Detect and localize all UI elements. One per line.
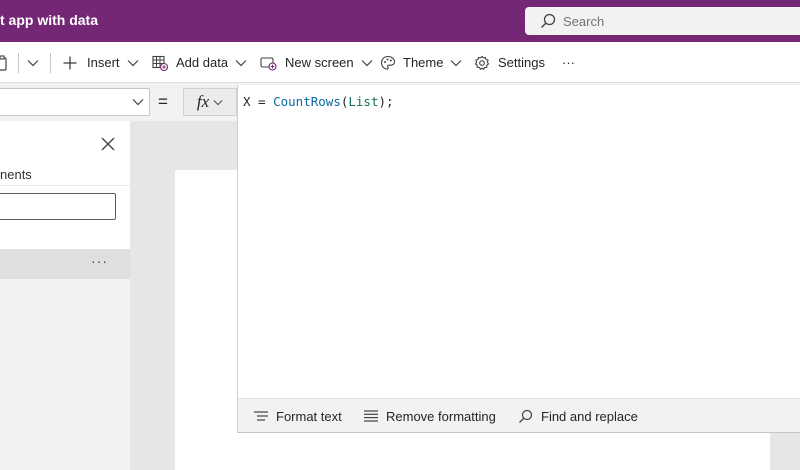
find-icon xyxy=(519,409,533,423)
chevron-down-icon xyxy=(213,99,223,105)
divider xyxy=(0,185,130,186)
search-icon xyxy=(541,13,556,28)
remove-formatting-icon xyxy=(364,410,378,422)
chevron-down-icon xyxy=(361,59,373,66)
paste-button[interactable] xyxy=(0,42,10,83)
remove-formatting-label: Remove formatting xyxy=(386,408,496,424)
formula-code[interactable]: X = CountRows(List); xyxy=(243,94,394,109)
palette-icon xyxy=(380,55,396,70)
chevron-down-icon xyxy=(451,59,462,66)
editor-toolbar: Format text Remove formatting Find and r… xyxy=(238,398,800,432)
settings-label: Settings xyxy=(498,55,545,70)
app-title: t app with data xyxy=(0,12,98,28)
divider xyxy=(50,53,51,73)
code-function: CountRows xyxy=(273,94,341,109)
tree-row-selected[interactable]: ··· xyxy=(0,249,130,279)
close-icon[interactable] xyxy=(99,135,117,153)
fx-icon: fx xyxy=(196,92,210,111)
find-replace-label: Find and replace xyxy=(541,408,638,424)
theme-label: Theme xyxy=(403,55,444,70)
code-variable: X = xyxy=(243,94,274,109)
chevron-down-icon xyxy=(27,59,39,66)
code-close: ); xyxy=(378,94,394,109)
find-replace-button[interactable]: Find and replace xyxy=(518,399,638,433)
remove-formatting-button[interactable]: Remove formatting xyxy=(364,399,496,433)
format-text-icon xyxy=(254,411,268,421)
more-options-button[interactable]: ··· xyxy=(91,253,108,269)
more-label: ··· xyxy=(562,55,575,70)
function-button[interactable]: fx xyxy=(183,88,237,116)
title-bar: t app with data xyxy=(0,0,800,42)
format-text-button[interactable]: Format text xyxy=(254,399,342,433)
divider xyxy=(18,53,19,73)
paste-icon xyxy=(0,54,7,71)
add-data-label: Add data xyxy=(176,55,229,70)
equals-sign: = xyxy=(158,92,168,111)
format-text-label: Format text xyxy=(276,408,342,424)
formula-editor[interactable]: X = CountRows(List); Format text Remove … xyxy=(237,85,800,433)
insert-button[interactable]: Insert xyxy=(63,42,139,83)
panel-heading: nents xyxy=(0,167,32,182)
table-icon xyxy=(152,55,168,71)
tree-list xyxy=(0,279,130,470)
screen-icon xyxy=(260,56,277,71)
new-screen-button[interactable]: New screen xyxy=(260,42,373,83)
settings-button[interactable]: Settings xyxy=(474,42,545,83)
search-input[interactable] xyxy=(563,13,783,29)
add-data-button[interactable]: Add data xyxy=(152,42,247,83)
paste-dropdown-button[interactable] xyxy=(27,42,39,83)
property-dropdown[interactable] xyxy=(0,88,150,116)
chevron-down-icon xyxy=(235,59,247,66)
gear-icon xyxy=(474,55,490,70)
search-box[interactable] xyxy=(525,7,800,35)
code-argument: List xyxy=(348,94,379,109)
new-screen-label: New screen xyxy=(285,55,354,70)
tree-view-panel: nents ··· xyxy=(0,121,130,470)
more-commands-button[interactable]: ··· xyxy=(562,42,575,83)
tree-search-input[interactable] xyxy=(0,193,116,220)
plus-icon xyxy=(63,56,77,69)
chevron-down-icon xyxy=(127,59,138,66)
insert-label: Insert xyxy=(87,55,120,70)
theme-button[interactable]: Theme xyxy=(380,42,462,83)
command-bar: Insert Add data New screen Theme Setting… xyxy=(0,42,800,83)
chevron-down-icon xyxy=(132,99,144,106)
